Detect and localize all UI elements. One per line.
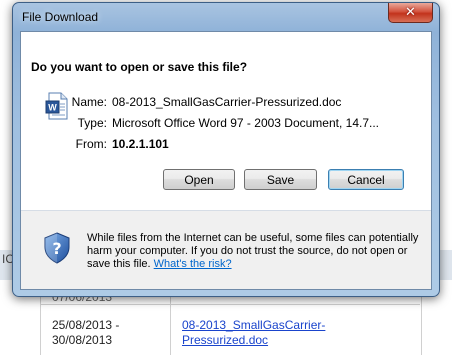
warning-message: While files from the Internet can be use… [87,232,419,270]
name-value: 08-2013_SmallGasCarrier-Pressurized.doc [112,95,342,109]
svg-text:?: ? [52,239,61,258]
warning-area: ? While files from the Internet can be u… [21,211,431,289]
cancel-button[interactable]: Cancel [328,169,404,190]
dialog-body: Do you want to open or save this file? W… [20,31,432,290]
security-shield-icon: ? [44,232,70,264]
type-label: Type: [77,116,107,130]
close-icon: ✕ [405,5,416,20]
from-label: From: [75,137,107,151]
save-button[interactable]: Save [244,169,317,190]
warning-text: While files from the Internet can be use… [87,232,421,271]
whats-the-risk-link[interactable]: What's the risk? [154,258,232,270]
from-value: 10.2.1.101 [112,137,169,151]
dialog-title: File Download [22,10,99,24]
close-button[interactable]: ✕ [388,3,433,23]
type-value: Microsoft Office Word 97 - 2003 Document… [112,116,380,130]
dialog-question: Do you want to open or save this file? [31,60,248,74]
file-download-dialog: File Download ✕ Do you want to open or s… [12,2,440,297]
open-button[interactable]: Open [163,169,235,190]
name-label: Name: [71,95,107,109]
background-date-row2: 25/08/2013 - 30/08/2013 [52,318,120,347]
title-bar[interactable]: File Download ✕ [13,3,439,31]
background-file-link[interactable]: 08-2013_SmallGasCarrier- Pressurized.doc [182,318,325,348]
